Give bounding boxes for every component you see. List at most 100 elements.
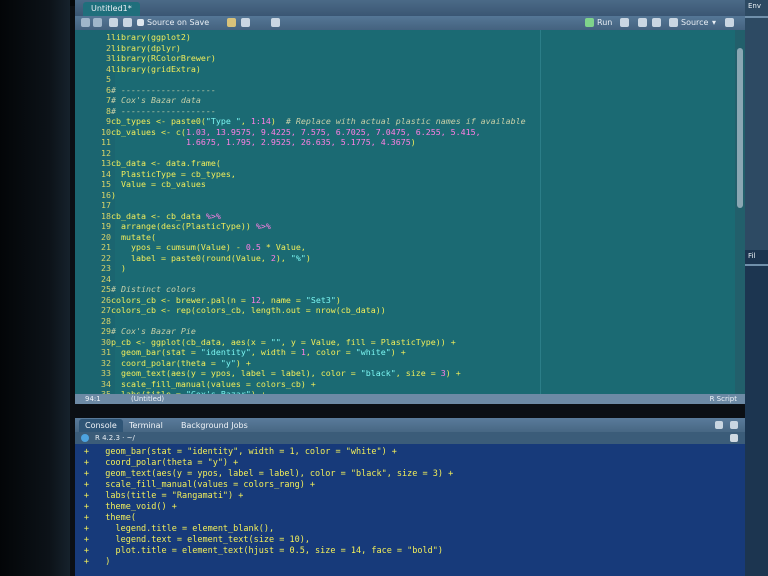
console-header: R 4.2.3 · ~/ [75,432,745,444]
console-prompt: + [83,458,89,468]
code-token: ) + [235,357,251,368]
save-icon[interactable] [123,18,132,27]
back-arrow-icon[interactable] [81,18,90,27]
code-token: ) [410,137,416,147]
tab-terminal[interactable]: Terminal [123,419,169,432]
code-token: # ------------------- [111,84,216,95]
code-token: %>% [255,221,271,231]
source-on-save-checkbox[interactable] [137,19,144,26]
console-line: + legend.text = element_text(size = 10), [75,535,310,546]
line-number: 11 [101,137,111,147]
code-text: # Cox's Bazar Pie [111,326,196,336]
file-type-menu[interactable]: R Script [710,394,737,404]
maximize-pane-icon[interactable] [730,421,738,429]
code-token: colors_cb <- rep(colors_cb, length.out =… [111,305,386,315]
console-prompt: + [83,524,89,534]
code-token: cb_data <- data.frame( [111,158,221,168]
source-arrow-icon[interactable] [669,18,678,27]
code-text: ) [111,263,126,273]
line-number: 23 [101,263,111,273]
console-text: theme_void() + [95,502,177,512]
line-number: 5 [106,74,111,84]
line-number: 25 [101,284,111,294]
code-token: ) [335,294,341,305]
code-token: %>% [205,210,221,221]
code-editor[interactable]: 1 library(ggplot2) 2 library(dplyr) 3 library… [75,30,745,400]
code-text: Value = cb_values [111,179,206,189]
line-number: 31 [101,347,111,357]
tab-label: Untitled1* [91,4,132,13]
editor-scrollbar[interactable] [735,30,745,400]
code-token: 12 [250,294,261,305]
run-icon[interactable] [585,18,594,27]
code-token: "%" [290,252,306,263]
line-number: 7 [106,95,111,105]
console-prompt: + [83,513,89,523]
code-text: coord_polar(theta = "y") + [111,358,251,368]
source-dropdown-chevron-icon[interactable]: ▾ [712,18,716,28]
go-down-icon[interactable] [652,18,661,27]
console-output[interactable]: + geom_bar(stat = "identity", width = 1,… [75,444,745,576]
clear-console-icon[interactable] [730,434,738,442]
magic-wand-icon[interactable] [227,18,236,27]
tab-background-jobs[interactable]: Background Jobs [175,419,254,432]
environment-tab[interactable]: Env [748,2,761,10]
compile-report-icon[interactable] [271,18,280,27]
code-token: , width = [250,347,301,357]
code-token: coord_polar(theta = [111,357,221,368]
code-token: mutate( [111,231,156,242]
line-number: 28 [101,315,111,326]
forward-arrow-icon[interactable] [93,18,102,27]
code-text: mutate( [111,232,156,242]
line-number: 29 [101,326,111,336]
code-token: cb_types <- paste0( [111,116,206,126]
console-text: legend.text = element_text(size = 10), [95,535,310,545]
code-token: geom_text(aes(y = ypos, label = label), … [111,368,361,378]
search-icon[interactable] [241,18,250,27]
line-number: 17 [101,200,111,210]
files-pane: Fil [745,250,768,576]
console-text: geom_text(aes(y = ypos, label = label), … [95,469,454,479]
editor-scrollbar-thumb[interactable] [737,48,743,208]
code-token: "white" [355,347,391,357]
editor-toolbar: Source on Save Run Source ▾ [75,16,745,30]
code-token: p_cb <- ggplot(cb_data, aes(x = [111,336,271,347]
files-tab[interactable]: Fil [748,252,755,260]
code-token: Value = cb_values [111,179,206,189]
cursor-position: 94:1 [85,395,101,403]
line-number: 8 [106,105,111,116]
source-button[interactable]: Source [681,18,708,28]
source-on-save-label[interactable]: Source on Save [147,18,209,28]
code-text: colors_cb <- rep(colors_cb, length.out =… [111,305,386,315]
code-token: label = paste0(round(Value, [111,252,271,263]
line-number: 26 [101,294,111,305]
line-number: 1 [106,32,111,42]
code-token: "y" [220,357,236,368]
line-number: 24 [101,273,111,284]
tab-untitled1[interactable]: Untitled1* [83,2,140,16]
go-up-icon[interactable] [638,18,647,27]
line-number: 2 [106,42,111,53]
console-text: theme( [95,513,136,523]
line-number: 6 [106,84,111,95]
outline-icon[interactable] [725,18,734,27]
console-text: geom_bar(stat = "identity", width = 1, c… [95,447,397,457]
code-token: , [240,116,251,126]
run-button[interactable]: Run [597,18,612,28]
console-prompt: + [83,480,89,490]
minimize-pane-icon[interactable] [715,421,723,429]
console-line: + ) [75,557,110,568]
function-scope-menu[interactable]: (Untitled) [123,394,164,404]
code-token: , name = [260,294,306,305]
show-in-window-icon[interactable] [109,18,118,27]
console-prompt: + [83,491,89,501]
rerun-icon[interactable] [620,18,629,27]
code-text: arrange(desc(PlasticType)) %>% [111,221,271,231]
environment-pane: Env [745,0,768,250]
code-text: ypos = cumsum(Value) - 0.5 * Value, [111,242,306,252]
code-text: cb_types <- paste0("Type ", 1:14) # Repl… [111,116,526,126]
console-prompt: + [83,502,89,512]
tab-console[interactable]: Console [79,419,123,432]
code-token: # Replace with actual plastic names if a… [285,116,526,126]
code-text: PlasticType = cb_types, [111,169,236,179]
